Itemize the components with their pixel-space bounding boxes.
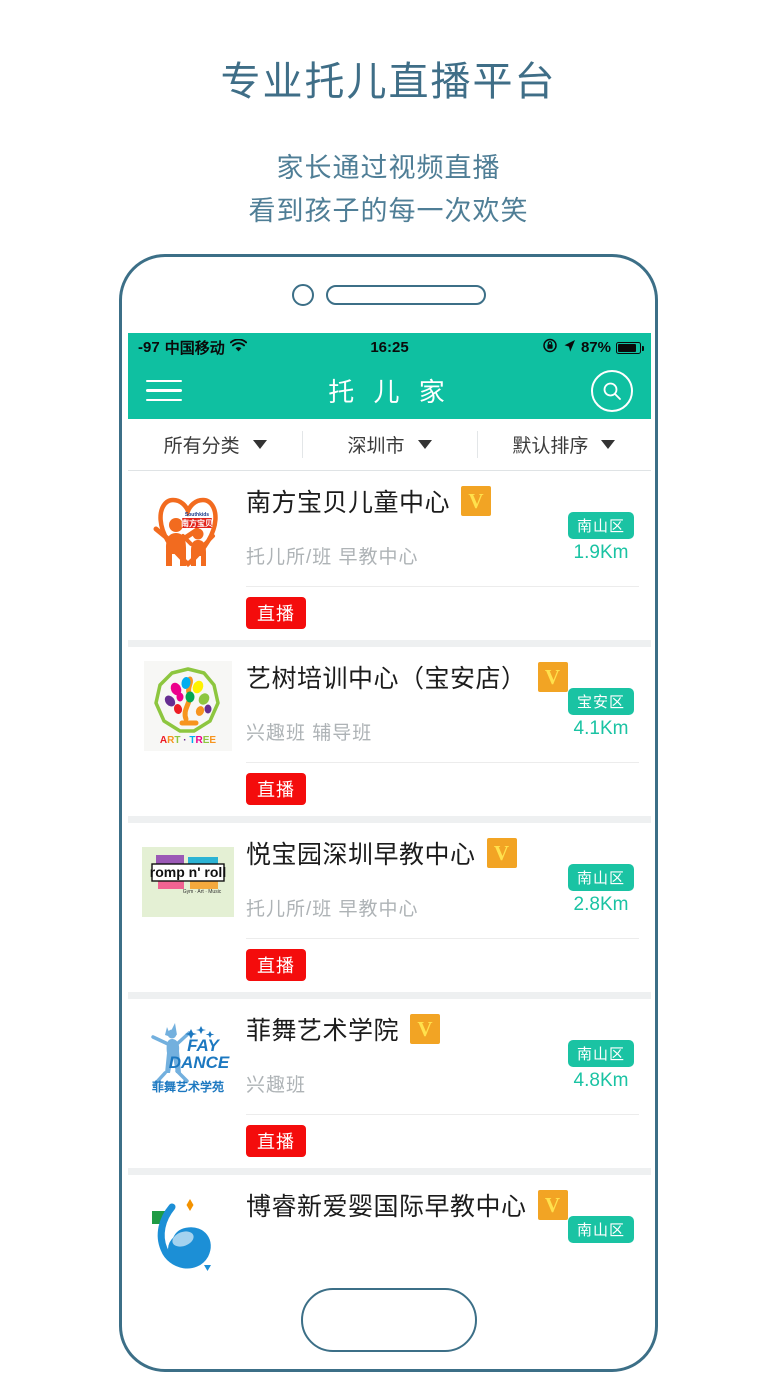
battery-percent-label: 87% <box>580 339 611 356</box>
status-bar-right: 87% <box>543 338 644 357</box>
filter-sort[interactable]: 默认排序 <box>476 419 651 470</box>
status-bar: -97 中国移动 16:25 87% <box>128 333 651 362</box>
listing-location: 宝安区 4.1Km <box>563 688 639 740</box>
listing-name: 艺树培训中心（宝安店） <box>246 665 527 693</box>
phone-top-bezel <box>122 257 655 333</box>
signal-strength-label: -97 <box>138 339 160 356</box>
live-tag[interactable]: 直播 <box>246 1125 306 1157</box>
borui-aiying-logo <box>140 1186 236 1277</box>
rotation-lock-icon <box>543 338 558 357</box>
listing-name: 博睿新爱婴国际早教中心 <box>246 1193 527 1221</box>
live-tag[interactable]: 直播 <box>246 773 306 805</box>
phone-bottom-bezel <box>122 1271 655 1369</box>
listing-list[interactable]: Southkids 南方宝贝 南方宝贝儿童中心 V 托儿所/班 早教中心 南山区 <box>128 471 651 1277</box>
distance-label: 2.8Km <box>573 894 629 915</box>
phone-mockup: -97 中国移动 16:25 87% 托 儿 家 所有分类 深圳市 默认排序 S… <box>119 254 658 1372</box>
live-tag[interactable]: 直播 <box>246 597 306 629</box>
promo-header: 专业托儿直播平台 家长通过视频直播 看到孩子的每一次欢笑 <box>0 0 777 231</box>
wifi-icon <box>229 338 247 356</box>
earpiece-speaker-icon <box>325 285 486 305</box>
fay-dance-logo: FAY DANCE 菲舞艺术学苑 <box>140 1010 236 1106</box>
listing-footer: 直播 <box>246 1114 639 1168</box>
app-nav-bar: 托 儿 家 <box>128 362 651 419</box>
filter-category-label: 所有分类 <box>163 436 240 457</box>
svg-text:DANCE: DANCE <box>169 1053 230 1072</box>
distance-label: 4.8Km <box>573 1070 629 1091</box>
distance-label: 4.1Km <box>573 718 629 739</box>
front-camera-icon <box>291 284 314 306</box>
filter-sort-label: 默认排序 <box>512 436 589 457</box>
listing-location: 南山区 2.8Km <box>563 864 639 916</box>
list-item[interactable]: ART · TREE 艺树培训中心（宝安店） V 兴趣班 辅导班 宝安区 4.1… <box>128 647 651 816</box>
filter-category[interactable]: 所有分类 <box>128 419 302 470</box>
list-item[interactable]: Southkids 南方宝贝 南方宝贝儿童中心 V 托儿所/班 早教中心 南山区 <box>128 471 651 640</box>
romp-n-roll-logo: romp n' roll Gym · Art · Music <box>140 834 236 930</box>
status-bar-left: -97 中国移动 <box>138 337 247 358</box>
svg-text:romp n' roll: romp n' roll <box>150 864 226 880</box>
promo-subtitle-line-1: 家长通过视频直播 <box>276 153 501 183</box>
svg-text:南方宝贝: 南方宝贝 <box>181 518 213 528</box>
chevron-down-icon <box>601 440 616 449</box>
filter-bar: 所有分类 深圳市 默认排序 <box>128 419 651 471</box>
district-badge: 南山区 <box>567 1216 634 1243</box>
battery-icon <box>616 341 644 354</box>
listing-name: 菲舞艺术学院 <box>246 1017 400 1045</box>
svg-text:ART · TREE: ART · TREE <box>160 735 216 746</box>
distance-label: 1.9Km <box>573 542 629 563</box>
promo-title: 专业托儿直播平台 <box>220 60 557 104</box>
verified-badge: V <box>410 1014 441 1044</box>
listing-footer: 直播 <box>246 586 639 640</box>
app-title: 托 儿 家 <box>328 377 451 407</box>
carrier-label: 中国移动 <box>164 340 225 357</box>
phone-screen: -97 中国移动 16:25 87% 托 儿 家 所有分类 深圳市 默认排序 S… <box>128 333 651 1277</box>
verified-badge: V <box>461 486 492 516</box>
promo-subtitle: 家长通过视频直播 看到孩子的每一次欢笑 <box>0 148 777 231</box>
district-badge: 南山区 <box>567 1040 634 1067</box>
filter-city-label: 深圳市 <box>347 436 405 457</box>
svg-text:Southkids: Southkids <box>185 512 209 518</box>
location-arrow-icon <box>563 339 576 357</box>
verified-badge: V <box>486 838 517 868</box>
chevron-down-icon <box>417 440 432 449</box>
district-badge: 南山区 <box>567 864 634 891</box>
chevron-down-icon <box>252 440 267 449</box>
search-icon[interactable] <box>591 369 633 412</box>
svg-text:菲舞艺术学苑: 菲舞艺术学苑 <box>152 1079 224 1094</box>
listing-location: 南山区 <box>563 1216 639 1246</box>
listing-name: 悦宝园深圳早教中心 <box>246 841 476 869</box>
district-badge: 南山区 <box>567 512 634 539</box>
filter-city[interactable]: 深圳市 <box>302 419 476 470</box>
list-item[interactable]: romp n' roll Gym · Art · Music 悦宝园深圳早教中心… <box>128 823 651 992</box>
listing-footer: 直播 <box>246 762 639 816</box>
listing-location: 南山区 4.8Km <box>563 1040 639 1092</box>
district-badge: 宝安区 <box>567 688 634 715</box>
list-item[interactable]: 博睿新爱婴国际早教中心 V 南山区 <box>128 1175 651 1277</box>
live-tag[interactable]: 直播 <box>246 949 306 981</box>
promo-subtitle-line-2: 看到孩子的每一次欢笑 <box>248 195 529 226</box>
listing-location: 南山区 1.9Km <box>563 512 639 564</box>
listing-footer: 直播 <box>246 938 639 992</box>
art-tree-logo: ART · TREE <box>140 658 236 754</box>
southkids-logo: Southkids 南方宝贝 <box>140 482 236 578</box>
hamburger-menu-icon[interactable] <box>146 379 182 402</box>
listing-name: 南方宝贝儿童中心 <box>246 489 451 517</box>
home-button-icon[interactable] <box>300 1288 477 1352</box>
svg-text:Gym · Art · Music: Gym · Art · Music <box>183 889 222 895</box>
list-item[interactable]: FAY DANCE 菲舞艺术学苑 菲舞艺术学院 V 兴趣班 南山区 4.8Km … <box>128 999 651 1168</box>
